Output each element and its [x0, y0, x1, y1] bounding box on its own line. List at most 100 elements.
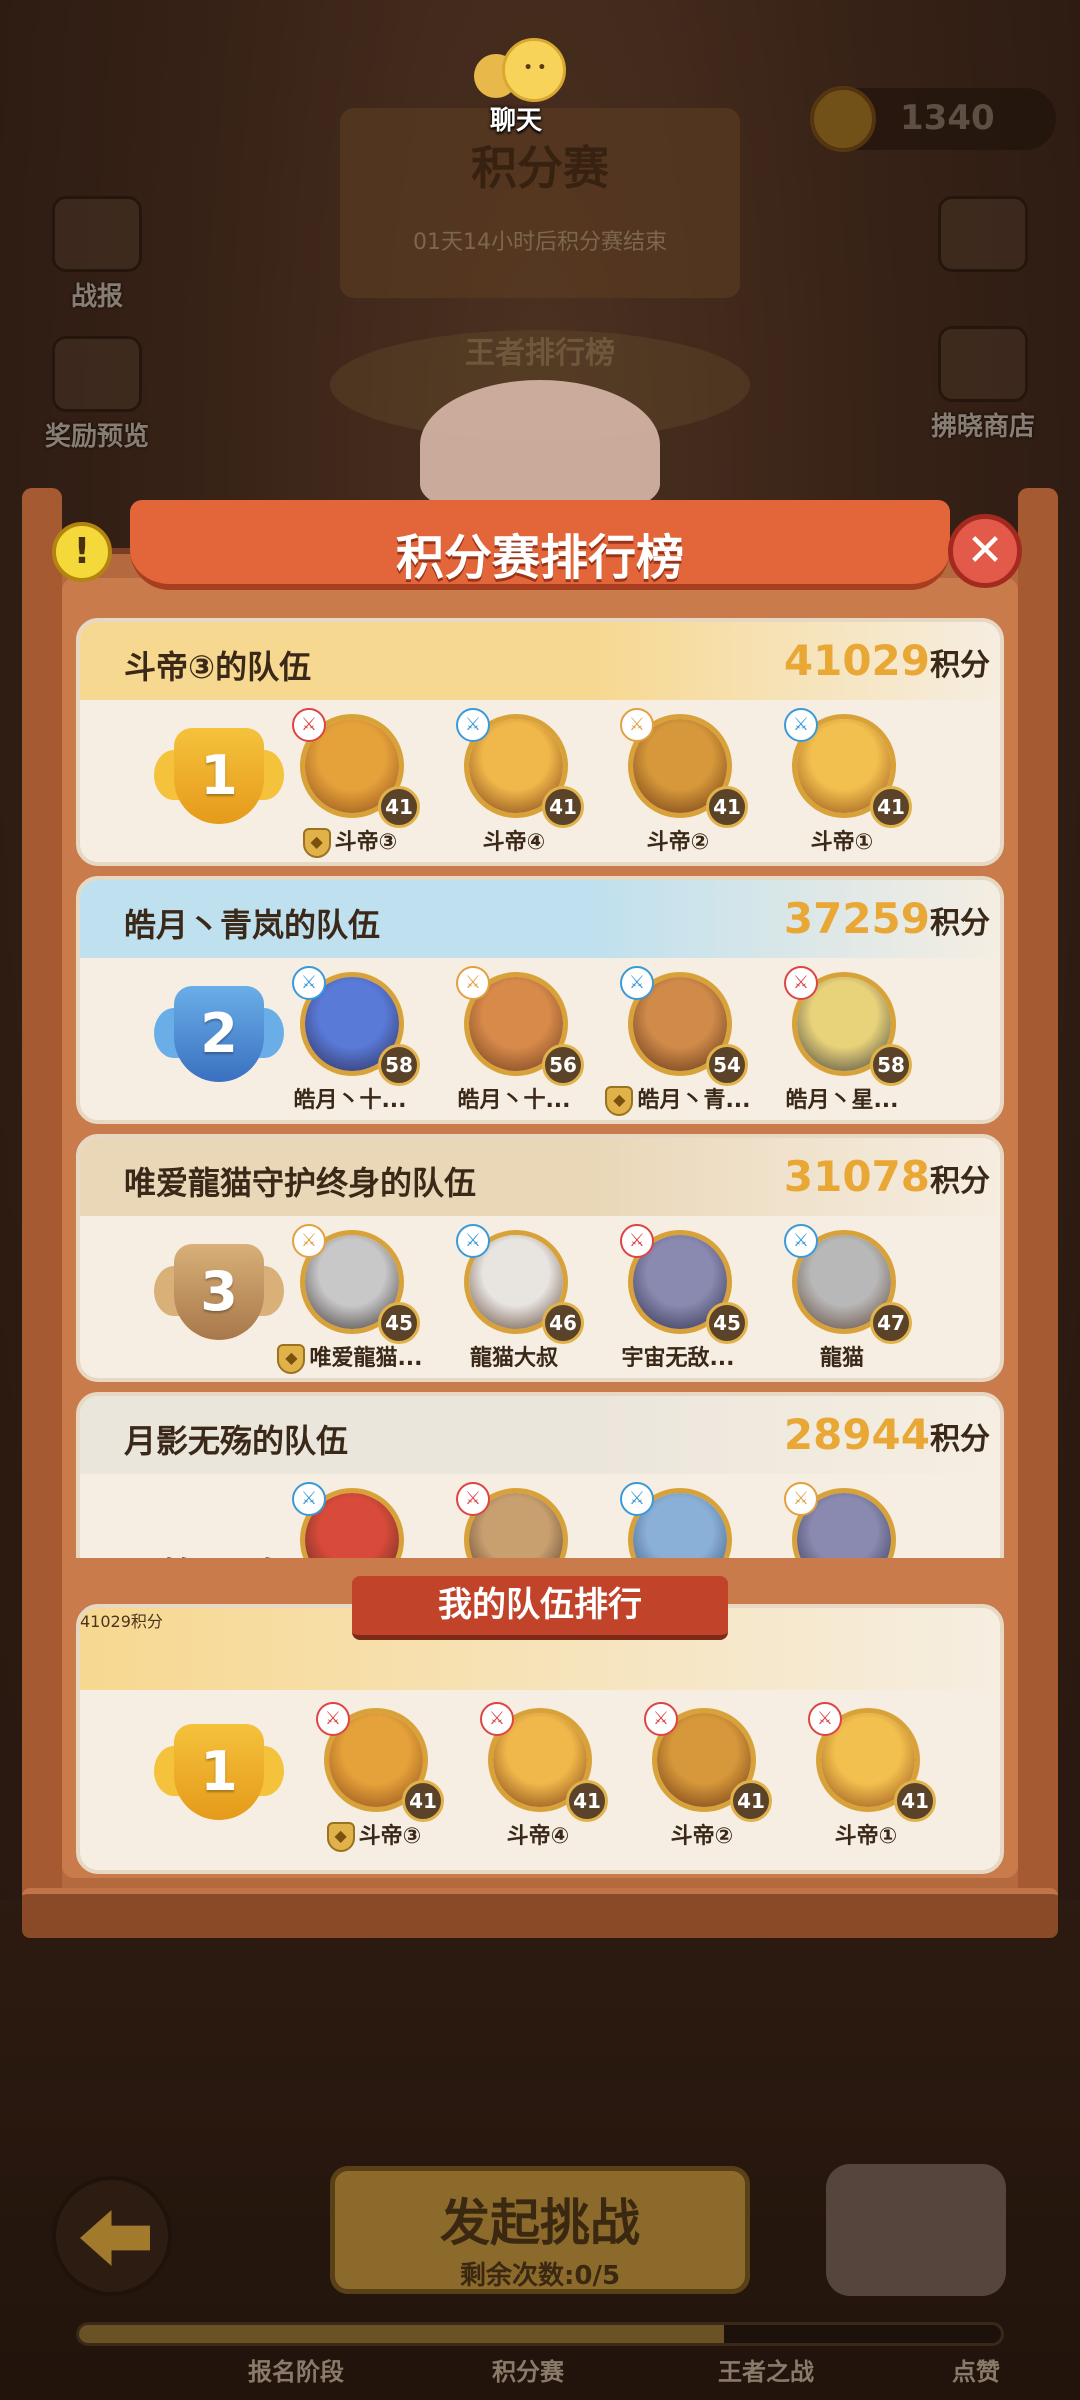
team-member[interactable]: ⚔ 54 ◆ 皓月丶青...	[598, 964, 758, 1120]
element-icon: ⚔	[784, 1224, 818, 1258]
team-score: 28944积分	[783, 1410, 990, 1459]
team-name: 月影无殇的队伍	[124, 1422, 349, 1460]
team-member[interactable]: ⚔ 47 龍猫	[762, 1222, 922, 1378]
team-member[interactable]: ⚔	[270, 1480, 430, 1558]
leader-icon: ◆	[277, 1344, 306, 1374]
team-member[interactable]: ⚔ 45 ◆ 唯爱龍猫...	[270, 1222, 430, 1378]
element-icon: ⚔	[292, 1224, 326, 1258]
team-card[interactable]: 唯爱龍猫守护终身的队伍 31078积分 3 ⚔ 45 ◆ 唯爱龍猫... ⚔ 46 龍猫大叔 ⚔ 45…	[76, 1134, 1004, 1382]
team-card[interactable]: 皓月丶青岚的队伍 37259积分 2 ⚔ 58 皓月丶十... ⚔ 56 皓月丶十... ⚔ 54 ◆…	[76, 876, 1004, 1124]
team-score: 37259积分	[783, 894, 990, 943]
member-name: 龍猫	[819, 1346, 864, 1371]
rank-badge: 2	[154, 980, 284, 1090]
member-name: ◆ 斗帝③	[270, 824, 430, 858]
rank-badge: 3	[154, 1238, 284, 1348]
rank-badge: 1	[154, 722, 284, 832]
stage-labels: 报名阶段 积分赛 王者之战 点赞	[0, 2352, 1080, 2392]
team-member[interactable]: ⚔ 41 斗帝④	[458, 1700, 618, 1860]
element-icon: ⚔	[480, 1702, 514, 1736]
team-member[interactable]: ⚔ 41 斗帝④	[434, 706, 594, 862]
level-badge: 41	[870, 786, 912, 828]
element-icon: ⚔	[784, 1482, 818, 1516]
team-card[interactable]: 斗帝③的队伍 41029积分 1 ⚔ 41 ◆ 斗帝③ ⚔ 41 斗帝④ ⚔ 41 斗帝② ⚔ 41 斗帝①	[76, 618, 1004, 866]
panel-title: 积分赛排行榜	[395, 530, 684, 586]
level-badge: 41	[706, 786, 748, 828]
team-member[interactable]: ⚔ 41 斗帝①	[786, 1700, 946, 1860]
level-badge: 47	[870, 1302, 912, 1344]
level-badge: 45	[378, 1302, 420, 1344]
member-name: 龍猫大叔	[469, 1346, 558, 1371]
element-icon: ⚔	[456, 708, 490, 742]
level-badge: 56	[542, 1044, 584, 1086]
team-name: 皓月丶青岚的队伍	[124, 906, 381, 944]
info-button[interactable]: !	[52, 522, 112, 582]
member-name: ◆ 斗帝③	[294, 1818, 454, 1852]
member-name: 斗帝①	[810, 830, 874, 855]
rank-badge: 1	[154, 1718, 284, 1828]
start-challenge-button[interactable]: 发起挑战 剩余次数:0/5	[330, 2166, 750, 2294]
member-name: ◆ 唯爱龍猫...	[270, 1340, 430, 1374]
stage-like: 点赞	[952, 2358, 1000, 2386]
element-icon: ⚔	[456, 1224, 490, 1258]
team-member[interactable]: ⚔ 58 皓月丶十...	[270, 964, 430, 1120]
team-member[interactable]: ⚔ 41 斗帝①	[762, 706, 922, 862]
member-name: 皓月丶十...	[293, 1088, 407, 1113]
team-member[interactable]: ⚔	[598, 1480, 758, 1558]
element-icon: ⚔	[644, 1702, 678, 1736]
stage-progress-bar	[76, 2322, 1004, 2346]
team-member[interactable]: ⚔ 41 ◆ 斗帝③	[294, 1700, 454, 1860]
team-member[interactable]: ⚔ 41 ◆ 斗帝③	[270, 706, 430, 862]
team-member[interactable]: ⚔ 45 宇宙无敌...	[598, 1222, 758, 1378]
member-name: 斗帝②	[646, 830, 710, 855]
team-member[interactable]: ⚔	[762, 1480, 922, 1558]
member-name: 皓月丶星...	[785, 1088, 899, 1113]
close-button[interactable]: ✕	[948, 514, 1022, 588]
element-icon: ⚔	[292, 1482, 326, 1516]
level-badge: 41	[378, 786, 420, 828]
member-name: 斗帝④	[506, 1824, 570, 1849]
chat-button[interactable]: • • 聊天	[466, 32, 566, 136]
level-badge: 41	[402, 1780, 444, 1822]
stage-signup: 报名阶段	[248, 2358, 344, 2386]
team-card[interactable]: 月影无殇的队伍28944积分第 4 名⚔⚔⚔⚔	[76, 1392, 1004, 1558]
level-badge: 41	[894, 1780, 936, 1822]
chest-icon[interactable]	[826, 2164, 1006, 2296]
member-name: 斗帝④	[482, 830, 546, 855]
level-badge: 41	[542, 786, 584, 828]
element-icon: ⚔	[620, 1482, 654, 1516]
team-member[interactable]: ⚔ 46 龍猫大叔	[434, 1222, 594, 1378]
level-badge: 41	[730, 1780, 772, 1822]
stage-points: 积分赛	[492, 2358, 564, 2386]
level-badge: 58	[378, 1044, 420, 1086]
team-member[interactable]: ⚔ 58 皓月丶星...	[762, 964, 922, 1120]
member-name: 皓月丶十...	[457, 1088, 571, 1113]
element-icon: ⚔	[292, 966, 326, 1000]
team-score: 31078积分	[783, 1152, 990, 1201]
element-icon: ⚔	[292, 708, 326, 742]
stage-king: 王者之战	[718, 2358, 814, 2386]
team-member[interactable]: ⚔ 41 斗帝②	[622, 1700, 782, 1860]
team-member[interactable]: ⚔ 56 皓月丶十...	[434, 964, 594, 1120]
member-name: 宇宙无敌...	[621, 1346, 735, 1371]
team-member[interactable]: ⚔	[434, 1480, 594, 1558]
ranking-list[interactable]: 斗帝③的队伍 41029积分 1 ⚔ 41 ◆ 斗帝③ ⚔ 41 斗帝④ ⚔ 41 斗帝② ⚔ 41 斗帝① 皓…	[76, 618, 1004, 1558]
panel-base	[22, 1888, 1058, 1938]
element-icon: ⚔	[456, 966, 490, 1000]
member-name: 斗帝①	[834, 1824, 898, 1849]
back-button[interactable]	[52, 2176, 172, 2296]
my-rank-banner: 我的队伍排行	[352, 1576, 728, 1640]
element-icon: ⚔	[620, 966, 654, 1000]
member-name: ◆ 皓月丶青...	[598, 1082, 758, 1116]
level-badge: 45	[706, 1302, 748, 1344]
team-name: 斗帝③的队伍	[124, 648, 312, 686]
team-member[interactable]: ⚔ 41 斗帝②	[598, 706, 758, 862]
element-icon: ⚔	[620, 1224, 654, 1258]
element-icon: ⚔	[620, 708, 654, 742]
back-arrow-icon	[80, 2210, 150, 2266]
element-icon: ⚔	[456, 1482, 490, 1516]
leader-icon: ◆	[302, 828, 331, 858]
level-badge: 54	[706, 1044, 748, 1086]
element-icon: ⚔	[784, 708, 818, 742]
element-icon: ⚔	[784, 966, 818, 1000]
element-icon: ⚔	[316, 1702, 350, 1736]
